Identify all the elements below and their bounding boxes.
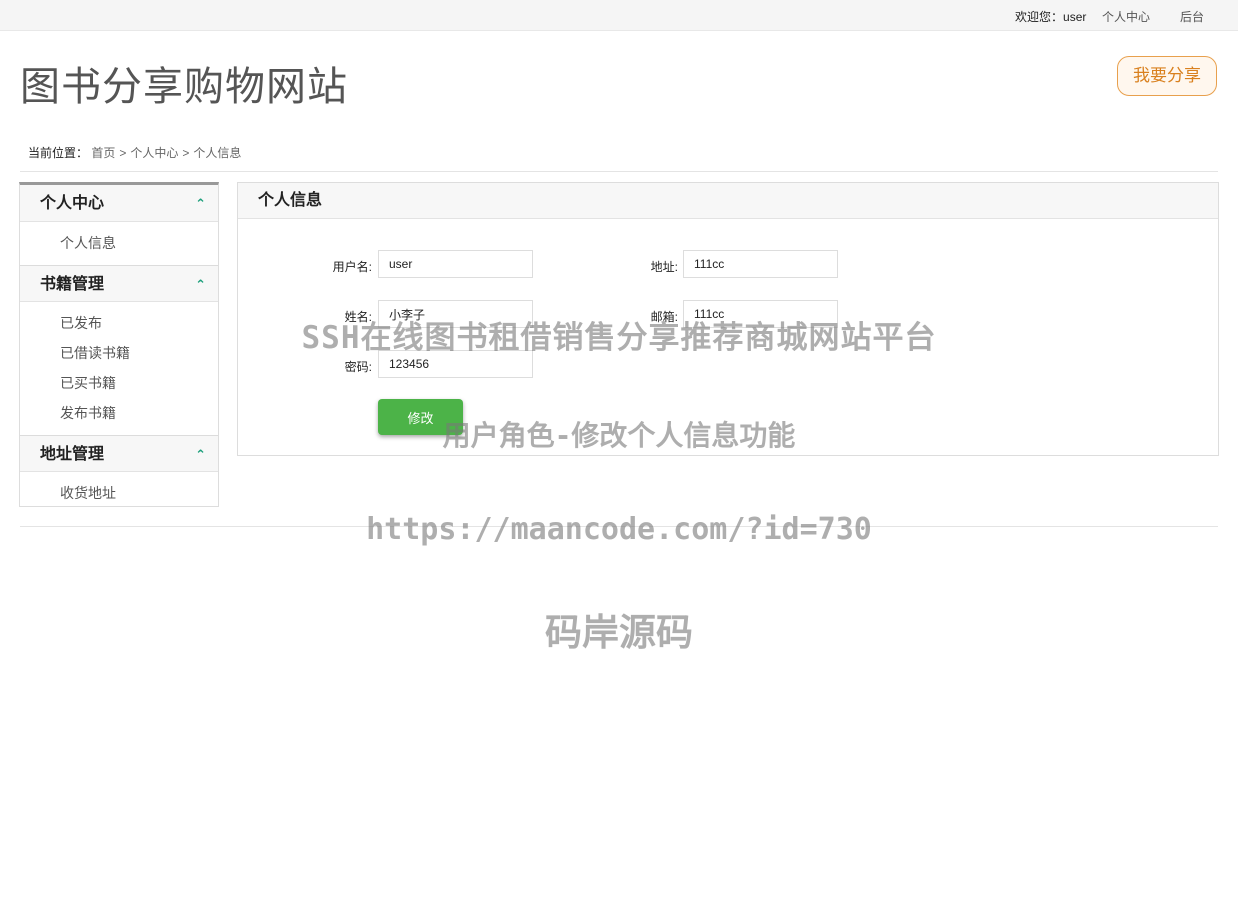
top-link-personal-center[interactable]: 个人中心 [1102,8,1150,25]
breadcrumb: 当前位置： 首页 > 个人中心 > 个人信息 [28,144,241,161]
sidebar-submenu: 已发布 已借读书籍 已买书籍 发布书籍 [20,302,218,435]
sidebar-section-title: 个人中心 [40,195,105,212]
breadcrumb-current: 个人信息 [193,146,242,160]
welcome-text: 欢迎您：user [1015,8,1086,25]
sidebar-section-book-management[interactable]: 书籍管理 ⌃ [20,265,218,302]
divider [20,171,1218,172]
sidebar-section-personal-center[interactable]: 个人中心 ⌃ [20,185,218,222]
username-label: 用户名: [332,260,372,274]
sidebar-item-bought-books[interactable]: 已买书籍 [20,368,218,398]
sidebar-section-title: 地址管理 [40,446,105,463]
welcome-prefix: 欢迎您： [1015,10,1064,24]
sidebar-item-personal-info[interactable]: 个人信息 [20,228,218,258]
email-input[interactable] [683,300,838,328]
username-label: user [1063,10,1087,24]
breadcrumb-home[interactable]: 首页 [91,146,115,160]
name-input[interactable] [378,300,533,328]
sidebar-item-publish-book[interactable]: 发布书籍 [20,398,218,428]
password-label: 密码: [344,360,372,374]
address-input[interactable] [683,250,838,278]
chevron-up-icon[interactable]: ⌃ [195,185,206,222]
sidebar-section-title: 书籍管理 [40,276,105,293]
top-bar: 欢迎您：user 个人中心 后台 [0,0,1238,31]
panel-title: 个人信息 [238,183,1218,219]
chevron-up-icon[interactable]: ⌃ [195,266,206,303]
site-title[interactable]: 图书分享购物网站 [20,54,348,112]
sidebar-submenu: 收货地址 [20,472,218,515]
breadcrumb-separator: > [119,146,127,160]
name-label: 姓名: [344,310,372,324]
divider [20,526,1218,527]
watermark-brand: 码岸源码 [545,611,693,654]
username-input[interactable] [378,250,533,278]
password-input[interactable] [378,350,533,378]
email-label: 邮箱: [650,310,678,324]
sidebar-item-published[interactable]: 已发布 [20,308,218,338]
breadcrumb-prefix: 当前位置： [28,146,89,160]
sidebar-section-address-management[interactable]: 地址管理 ⌃ [20,435,218,472]
share-button[interactable]: 我要分享 [1117,56,1217,96]
sidebar-item-shipping-address[interactable]: 收货地址 [20,478,218,508]
watermark-url: https://maancode.com/?id=730 [366,512,872,547]
modify-button[interactable]: 修改 [378,399,463,435]
breadcrumb-personal-center[interactable]: 个人中心 [130,146,178,160]
sidebar-submenu: 个人信息 [20,222,218,265]
breadcrumb-separator: > [182,146,190,160]
personal-info-panel: 个人信息 用户名: 地址: 姓名: 邮箱: 密码: 修改 [237,182,1219,456]
sidebar-item-borrowed-books[interactable]: 已借读书籍 [20,338,218,368]
chevron-up-icon[interactable]: ⌃ [195,436,206,473]
top-link-admin[interactable]: 后台 [1180,8,1204,25]
sidebar: 个人中心 ⌃ 个人信息 书籍管理 ⌃ 已发布 已借读书籍 已买书籍 发布书籍 地… [19,182,219,507]
address-label: 地址: [650,260,678,274]
